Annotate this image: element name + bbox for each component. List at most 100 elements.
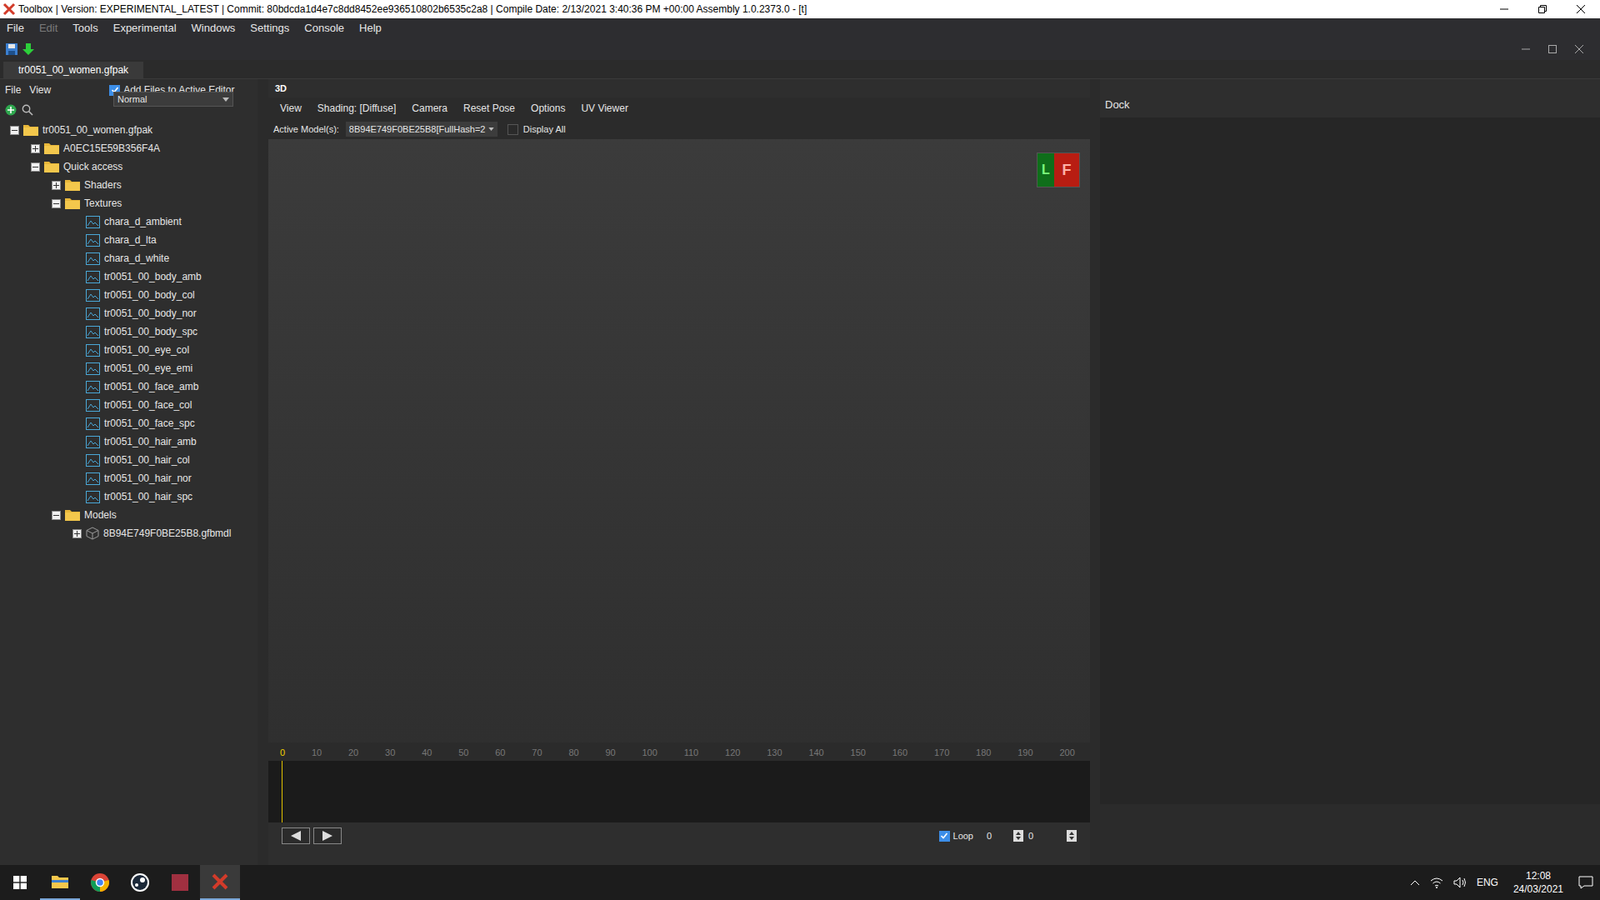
- tree-item[interactable]: tr0051_00_face_spc: [0, 414, 258, 433]
- tree-item[interactable]: tr0051_00_face_col: [0, 395, 258, 415]
- folder-icon: [65, 509, 80, 521]
- tree-item[interactable]: tr0051_00_body_col: [0, 285, 258, 305]
- playhead[interactable]: [281, 760, 283, 823]
- tree-item[interactable]: tr0051_00_eye_col: [0, 340, 258, 360]
- orientation-gizmo[interactable]: LF: [1036, 152, 1080, 188]
- tree-item[interactable]: tr0051_00_hair_nor: [0, 469, 258, 488]
- frame-field[interactable]: 0: [976, 829, 1010, 844]
- tree-item[interactable]: Quick access: [0, 157, 258, 176]
- clock[interactable]: 12:0824/03/2021: [1508, 869, 1569, 896]
- tree-item[interactable]: Models: [0, 505, 258, 525]
- viewer-tab[interactable]: 3D: [271, 81, 290, 96]
- tree-item-label: Quick access: [63, 159, 123, 175]
- tree-toggle[interactable]: [72, 529, 82, 539]
- viewer-toolbar-item[interactable]: Shading: [Diffuse]: [317, 100, 397, 116]
- folder-icon: [23, 124, 39, 136]
- chevron-up-icon[interactable]: [1410, 879, 1420, 886]
- splitter[interactable]: [1090, 79, 1100, 865]
- tree-item[interactable]: tr0051_00_face_amb: [0, 377, 258, 396]
- language-indicator[interactable]: ENG: [1476, 875, 1499, 890]
- viewer-toolbar-item[interactable]: Reset Pose: [463, 100, 515, 116]
- viewer-toolbar-item[interactable]: Options: [530, 100, 565, 116]
- minimize-icon[interactable]: [1521, 45, 1530, 54]
- window-control[interactable]: [1561, 0, 1600, 19]
- tree-item[interactable]: tr0051_00_body_amb: [0, 267, 258, 286]
- tree-item[interactable]: tr0051_00_body_spc: [0, 322, 258, 341]
- checkbox[interactable]: [939, 830, 950, 842]
- mode-dropdown[interactable]: Normal: [113, 91, 234, 108]
- timeline-tick: 20: [348, 745, 359, 760]
- start-button[interactable]: [0, 865, 40, 900]
- menu-item[interactable]: Console: [304, 20, 345, 37]
- active-model-dropdown[interactable]: 8B94E749F0BE25B8[FullHash=2: [345, 121, 498, 137]
- notifications-icon[interactable]: [1578, 875, 1594, 890]
- tree-item[interactable]: chara_d_lta: [0, 230, 258, 250]
- tree-item[interactable]: tr0051_00_hair_spc: [0, 487, 258, 506]
- timeline-tick: 150: [850, 745, 866, 760]
- tree-item[interactable]: tr0051_00_eye_emi: [0, 359, 258, 378]
- taskbar-app[interactable]: [40, 865, 80, 900]
- taskbar-app[interactable]: [160, 865, 200, 900]
- splitter[interactable]: [257, 79, 269, 865]
- explorer-menu-item[interactable]: View: [29, 82, 51, 98]
- frame-spinner[interactable]: 0: [1013, 829, 1064, 844]
- tree-item[interactable]: Textures: [0, 194, 258, 213]
- search-icon[interactable]: [21, 104, 34, 116]
- viewer-toolbar-item[interactable]: UV Viewer: [580, 100, 628, 116]
- tree-item[interactable]: tr0051_00_body_nor: [0, 304, 258, 323]
- menu-item[interactable]: Edit: [39, 20, 58, 37]
- frame-button[interactable]: [313, 827, 342, 845]
- menu-item[interactable]: Tools: [72, 20, 98, 37]
- save-icon[interactable]: [5, 42, 19, 56]
- frame-button[interactable]: [281, 827, 310, 845]
- document-tab[interactable]: tr0051_00_women.gfpak: [3, 61, 144, 79]
- tree-item[interactable]: 8B94E749F0BE25B8.gfbmdl: [0, 524, 258, 543]
- tree-item[interactable]: tr0051_00_hair_col: [0, 450, 258, 470]
- volume-icon[interactable]: [1453, 876, 1467, 889]
- viewer-toolbar-item[interactable]: View: [280, 100, 302, 116]
- tree-toggle[interactable]: [30, 144, 40, 154]
- menu-item[interactable]: Experimental: [113, 20, 177, 37]
- timeline-tick: 160: [892, 745, 908, 760]
- tree-item[interactable]: chara_d_white: [0, 249, 258, 268]
- texture-icon: [85, 325, 100, 339]
- explorer-menu-item[interactable]: File: [5, 82, 21, 98]
- tree-item[interactable]: chara_d_ambient: [0, 212, 258, 231]
- tree-item[interactable]: tr0051_00_hair_amb: [0, 432, 258, 451]
- viewer-toolbar-item[interactable]: Camera: [411, 100, 448, 116]
- wifi-icon[interactable]: [1430, 876, 1444, 889]
- texture-icon: [85, 362, 100, 375]
- spinner-arrows-icon[interactable]: [1066, 830, 1077, 842]
- tree-toggle[interactable]: [51, 180, 61, 190]
- chevron-down-icon: [222, 97, 230, 102]
- display-all-checkbox[interactable]: Display All: [507, 122, 566, 137]
- gizmo-left-face: L: [1037, 153, 1055, 187]
- taskbar-app[interactable]: [80, 865, 120, 900]
- minus-icon: [11, 127, 18, 134]
- window-control[interactable]: [1523, 0, 1562, 19]
- timeline-track[interactable]: [268, 760, 1090, 823]
- menu-item[interactable]: Help: [359, 20, 382, 37]
- tree-toggle[interactable]: [51, 199, 61, 209]
- maximize-icon[interactable]: [1548, 45, 1557, 54]
- tree-item[interactable]: A0EC15E59B356F4A: [0, 139, 258, 158]
- add-icon[interactable]: [5, 104, 17, 116]
- tree-item[interactable]: Shaders: [0, 175, 258, 195]
- download-arrow-icon[interactable]: [21, 42, 35, 56]
- menu-item[interactable]: Windows: [191, 20, 236, 37]
- menu-item[interactable]: File: [6, 20, 25, 37]
- menu-item[interactable]: Settings: [250, 20, 290, 37]
- tree-toggle[interactable]: [10, 125, 20, 135]
- tree-item-label: A0EC15E59B356F4A: [63, 140, 160, 156]
- tree-toggle[interactable]: [30, 162, 40, 172]
- taskbar-app[interactable]: [200, 865, 240, 900]
- tree-item[interactable]: tr0051_00_women.gfpak: [0, 120, 258, 140]
- loop-checkbox[interactable]: Loop: [939, 829, 974, 844]
- window-control[interactable]: [1485, 0, 1524, 19]
- viewport[interactable]: LF: [268, 139, 1090, 743]
- close-icon[interactable]: [1575, 45, 1584, 54]
- checkbox[interactable]: [507, 124, 519, 135]
- taskbar-app[interactable]: [120, 865, 160, 900]
- folder-icon: [44, 160, 60, 173]
- tree-toggle[interactable]: [51, 510, 61, 520]
